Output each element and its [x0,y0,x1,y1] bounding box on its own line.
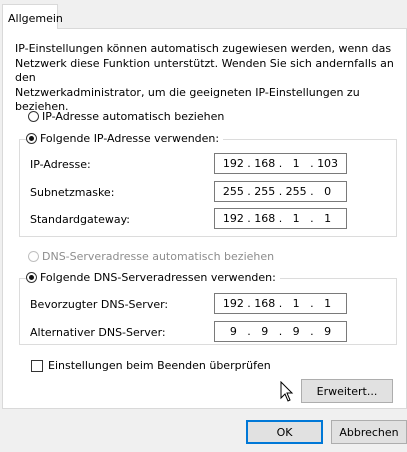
tab-label: Allgemein [8,12,63,25]
subnet-field[interactable]: 255. 255. 255. 0 [214,181,347,202]
ip-auto-label: IP-Adresse automatisch beziehen [42,110,225,123]
preferred-dns-label: Bevorzugter DNS-Server: [30,298,169,311]
cancel-button[interactable]: Abbrechen [331,420,407,444]
ip-manual-label: Folgende IP-Adresse verwenden: [40,132,220,145]
preferred-dns-field[interactable]: 192. 168. 1. 1 [214,293,347,314]
ip-address-label: IP-Adresse: [30,158,91,171]
dns-manual-radio-circle[interactable] [26,272,37,283]
ip-address-field[interactable]: 192. 168. 1. 103 [214,153,347,174]
cancel-button-label: Abbrechen [339,425,399,439]
advanced-button[interactable]: Erweitert... [301,379,393,403]
alternate-dns-field[interactable]: 9. 9. 9. 9 [214,321,347,342]
validate-checkbox-label: Einstellungen beim Beenden überprüfen [48,359,271,372]
dns-manual-radio[interactable]: Folgende DNS-Serveradressen verwenden: [26,271,280,284]
gateway-label: Standardgateway: [30,213,130,226]
tab-allgemein[interactable]: Allgemein [2,4,63,29]
gateway-field[interactable]: 192. 168. 1. 1 [214,208,347,229]
ok-button[interactable]: OK [246,420,323,444]
ip-manual-radio-circle[interactable] [26,133,37,144]
ip-auto-radio-circle[interactable] [28,111,39,122]
mouse-cursor-icon [280,381,294,402]
ok-button-label: OK [276,425,293,439]
validate-checkbox-box[interactable] [31,359,43,372]
intro-text: IP-Einstellungen können automatisch zuge… [15,42,394,113]
dns-manual-label: Folgende DNS-Serveradressen verwenden: [40,271,276,284]
advanced-button-label: Erweitert... [316,384,378,398]
dns-auto-radio-circle[interactable] [28,251,39,262]
dns-auto-label: DNS-Serveradresse automatisch beziehen [42,250,275,263]
ip-manual-radio[interactable]: Folgende IP-Adresse verwenden: [26,132,224,145]
subnet-label: Subnetzmaske: [30,186,115,199]
alternate-dns-label: Alternativer DNS-Server: [30,326,166,339]
ip-auto-radio[interactable]: IP-Adresse automatisch beziehen [28,110,224,123]
validate-on-exit-checkbox[interactable]: Einstellungen beim Beenden überprüfen [31,359,271,372]
dns-auto-radio[interactable]: DNS-Serveradresse automatisch beziehen [28,250,274,263]
